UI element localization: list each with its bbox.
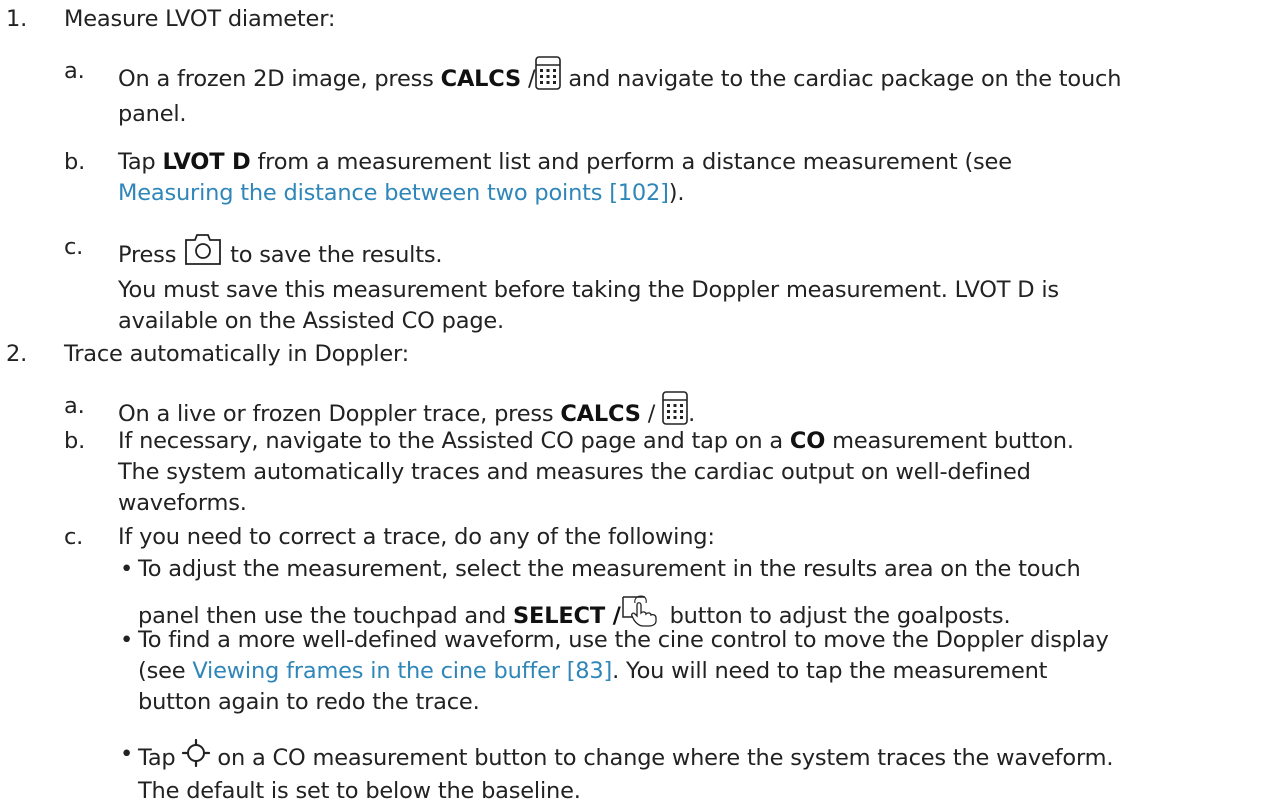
step-number: 2. [6, 341, 28, 367]
substep-text: On a frozen 2D image, press CALCS / and … [118, 56, 1268, 130]
substep-text: If you need to correct a trace, do any o… [118, 524, 715, 550]
bullet-text: Tap on a CO measurement button to change… [138, 738, 1268, 807]
calculator-icon [535, 56, 562, 99]
bullet-marker: • [120, 741, 134, 767]
substep-letter: b. [64, 428, 86, 454]
bullet-text: To adjust the measurement, select the me… [138, 554, 1268, 636]
step-title: Trace automatically in Doppler: [64, 341, 410, 367]
substep-letter: c. [64, 524, 84, 550]
substep-text: If necessary, navigate to the Assisted C… [118, 428, 1074, 516]
camera-icon [183, 232, 223, 275]
bullet-text: To find a more well-defined waveform, us… [138, 627, 1109, 715]
step-title: Measure LVOT diameter: [64, 6, 336, 32]
sun-icon [182, 738, 211, 776]
substep-text: Press to save the results. You must save… [118, 232, 1268, 337]
substep-letter: a. [64, 393, 85, 419]
link-measuring-distance[interactable]: Measuring the distance between two point… [118, 180, 669, 206]
substep-letter: a. [64, 58, 85, 84]
link-viewing-frames[interactable]: Viewing frames in the cine buffer [83] [192, 658, 612, 684]
document-page: 1. Measure LVOT diameter: a. On a frozen… [0, 0, 1277, 805]
step-number: 1. [6, 6, 28, 32]
substep-letter: b. [64, 149, 86, 175]
bullet-marker: • [120, 556, 134, 582]
bullet-marker: • [120, 627, 134, 653]
substep-letter: c. [64, 234, 84, 260]
substep-text: Tap LVOT D from a measurement list and p… [118, 149, 1012, 206]
